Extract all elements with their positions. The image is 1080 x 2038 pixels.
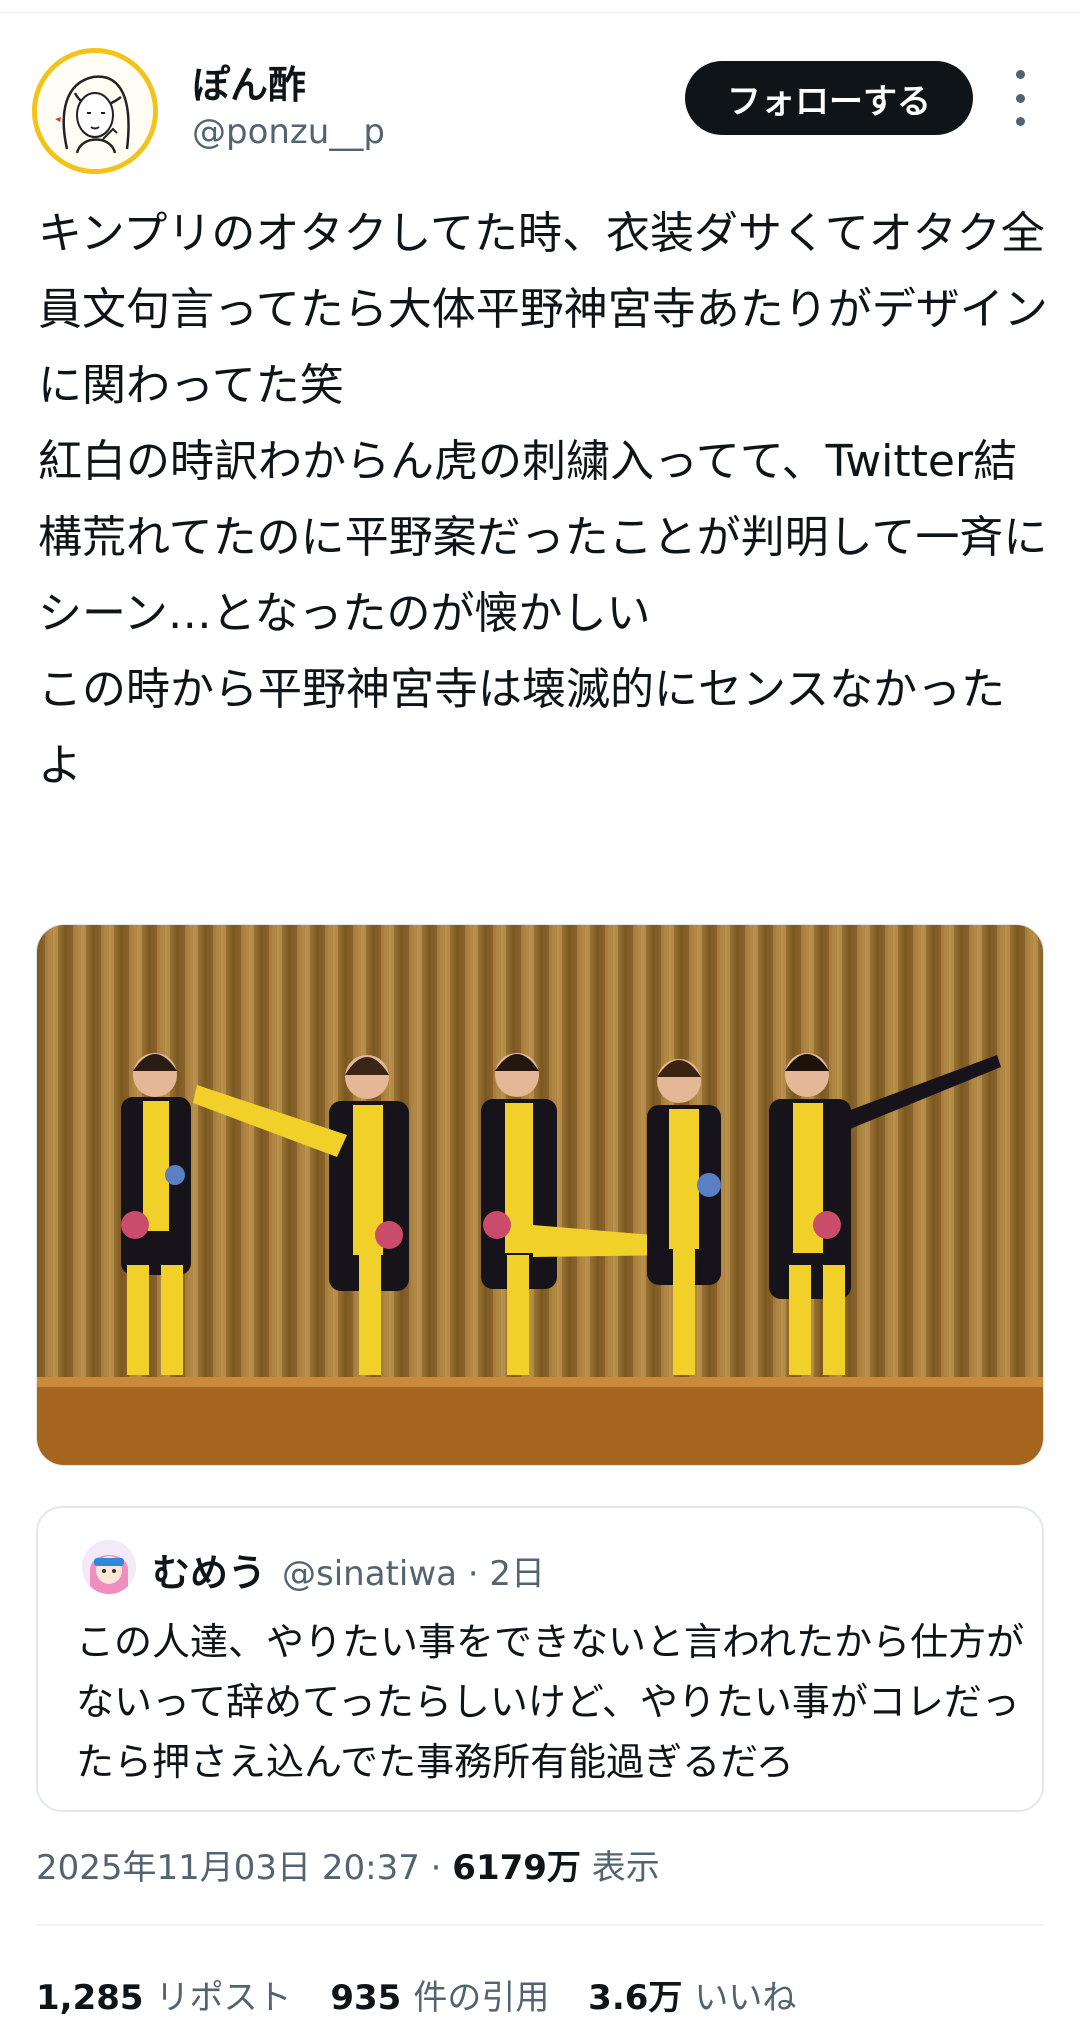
tweet-header: ぽん酢 @ponzu__p フォローする	[0, 40, 1080, 180]
likes-stat[interactable]: 3.6万 いいね	[588, 1978, 796, 2018]
tweet-timestamp[interactable]: 2025年11月03日 20:37	[36, 1848, 420, 1888]
dot	[1015, 117, 1025, 126]
quotes-count: 935	[330, 1978, 402, 2018]
views-count: 6179万	[452, 1848, 581, 1888]
quote-author-name[interactable]: むめう	[152, 1542, 266, 1597]
quote-time[interactable]: 2日	[489, 1554, 545, 1594]
quote-author-avatar[interactable]	[82, 1540, 136, 1594]
dot	[1015, 93, 1025, 103]
tweet-text: キンプリのオタクしてた時、衣装ダサくてオタク全員文句言ってたら大体平野神宮寺あた…	[38, 208, 1048, 791]
dot	[1015, 70, 1025, 79]
quote-separator: ·	[456, 1554, 490, 1594]
quote-author-handle[interactable]: @sinatiwa	[282, 1554, 457, 1594]
reposts-count: 1,285	[36, 1978, 144, 2018]
photo-five-performers-yellow-suits-icon	[37, 925, 1043, 1465]
likes-label: いいね	[694, 1978, 797, 2018]
illustrated-girl-avatar-icon	[37, 53, 153, 169]
engagement-stats: 1,285 リポスト 935 件の引用 3.6万 いいね	[36, 1970, 824, 2019]
likes-count: 3.6万	[588, 1978, 683, 2018]
tweet-meta: 2025年11月03日 20:37 · 6179万 表示	[36, 1840, 660, 1889]
tweet-photo[interactable]	[36, 924, 1044, 1466]
views-label: 表示	[580, 1848, 660, 1888]
meta-separator: ·	[419, 1848, 453, 1888]
quotes-label: 件の引用	[413, 1978, 550, 2018]
author-display-name[interactable]: ぽん酢	[192, 54, 306, 109]
author-handle[interactable]: @ponzu__p	[192, 112, 385, 152]
meta-divider	[36, 1924, 1044, 1926]
anime-character-avatar-icon	[82, 1540, 136, 1594]
vertical-ellipsis-icon[interactable]	[1004, 70, 1036, 126]
reposts-stat[interactable]: 1,285 リポスト	[36, 1978, 292, 2018]
quote-text: この人達、やりたい事をできないと言われたから仕方がないって辞めてったらしいけど、…	[76, 1620, 1025, 1784]
top-divider	[0, 12, 1080, 13]
follow-button[interactable]: フォローする	[685, 61, 973, 135]
author-avatar[interactable]	[32, 48, 158, 174]
quotes-stat[interactable]: 935 件の引用	[330, 1978, 549, 2018]
quote-author-meta: @sinatiwa · 2日	[282, 1546, 545, 1595]
quote-tweet-card[interactable]: むめう @sinatiwa · 2日 この人達、やりたい事をできないと言われたか…	[36, 1506, 1044, 1812]
reposts-label: リポスト	[155, 1978, 292, 2018]
